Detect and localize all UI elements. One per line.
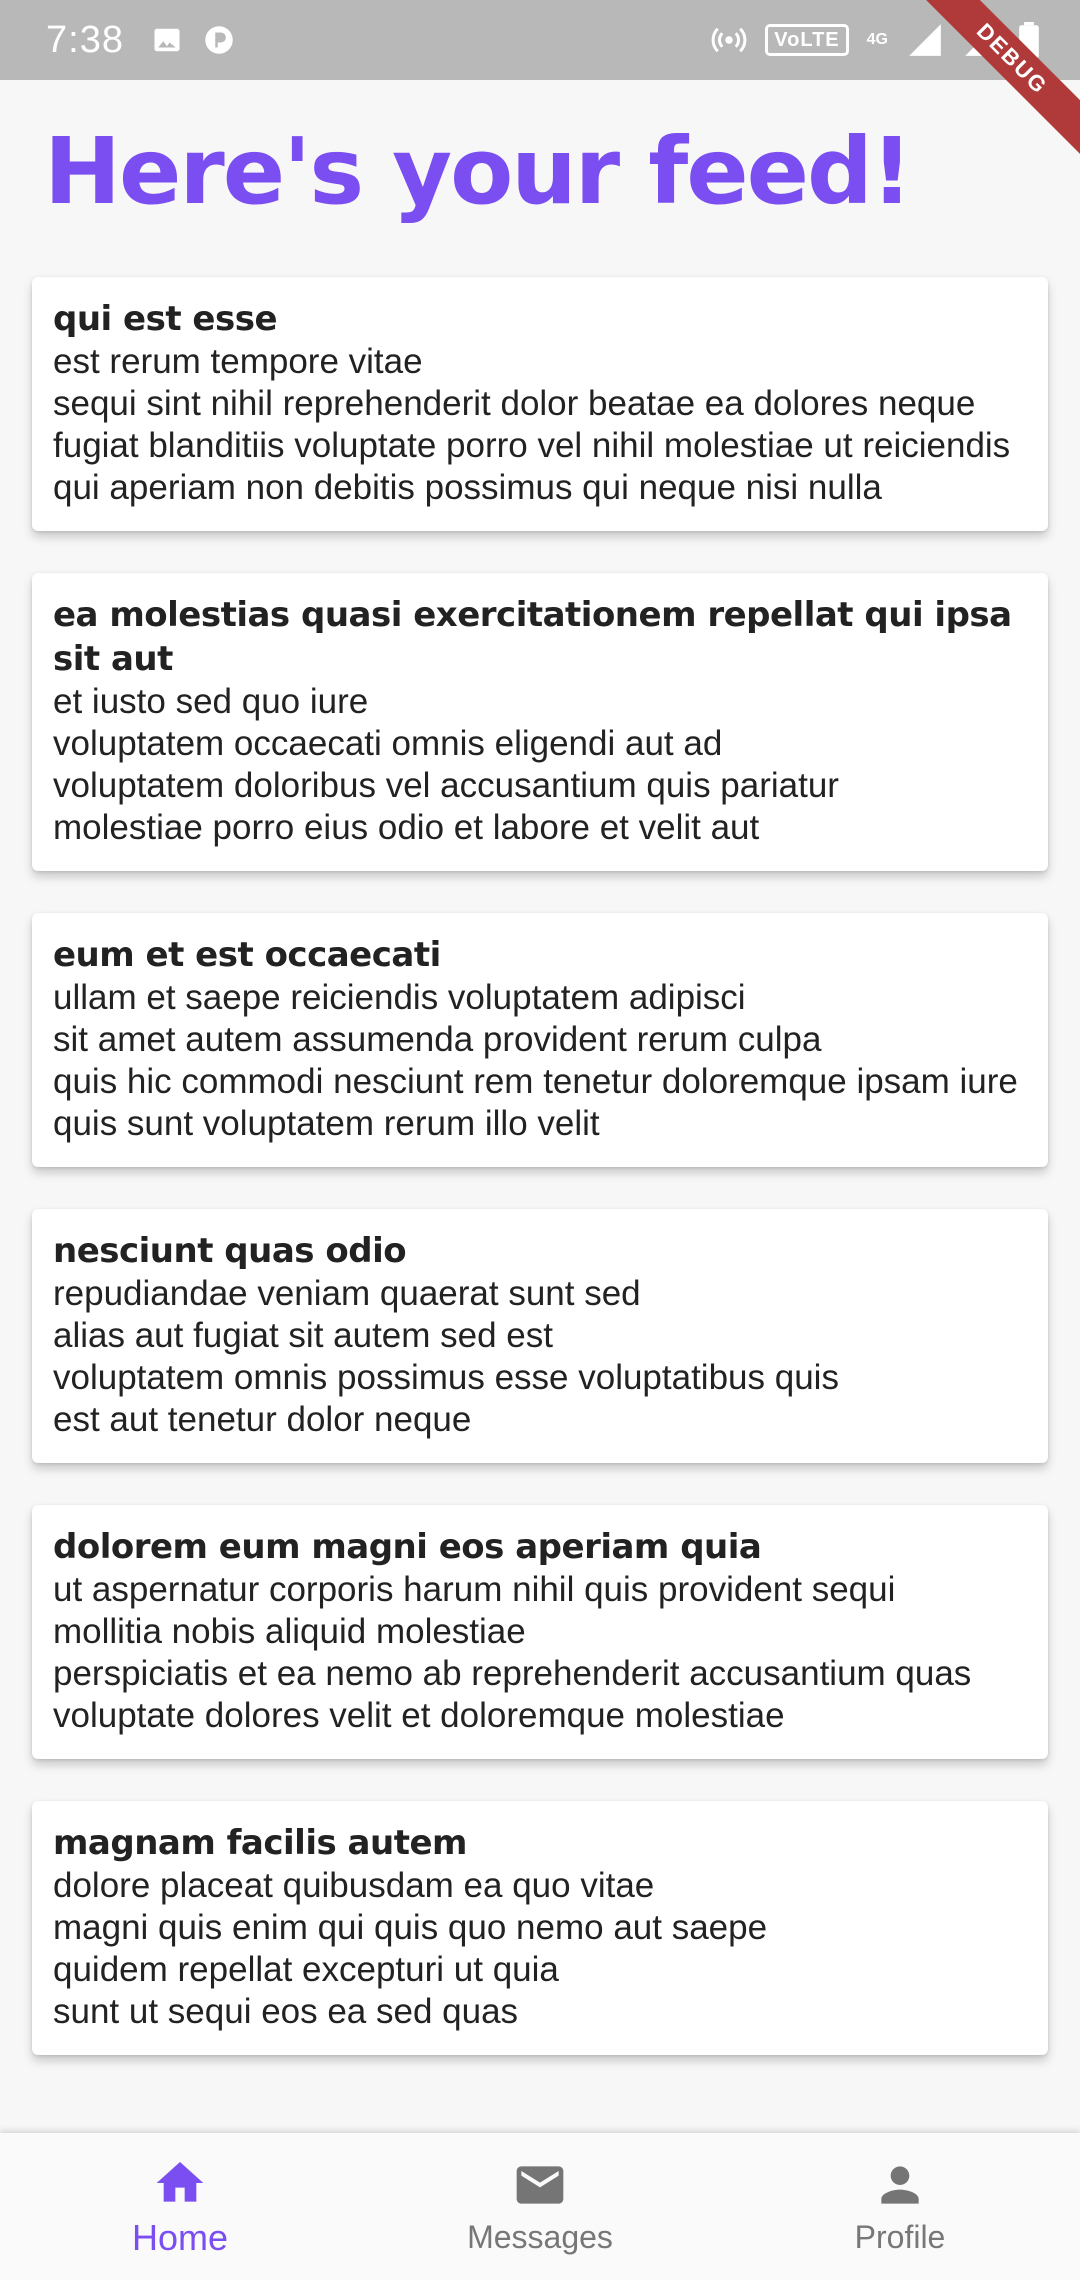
page-title: Here's your feed! [44, 118, 913, 225]
feed-card-body: ullam et saepe reiciendis voluptatem adi… [53, 978, 1018, 1143]
nav-label-messages: Messages [467, 2219, 613, 2255]
nav-label-home: Home [131, 2216, 229, 2258]
feed-card-title: nesciunt quas odio [53, 1231, 407, 1271]
status-time: 7:38 [46, 18, 124, 61]
battery-icon [1019, 22, 1039, 58]
bottom-navigation: Home Messages Profile [0, 2133, 1080, 2280]
feed-card-title: magnam facilis autem [53, 1823, 467, 1863]
mail-icon [516, 2166, 564, 2204]
parking-app-icon [205, 26, 233, 54]
feed-card[interactable]: ea molestias quasi exercitationem repell… [32, 573, 1048, 871]
nav-item-profile[interactable]: Profile [720, 2133, 1080, 2280]
status-system-icons: VoLTE 4G [711, 21, 1040, 59]
image-icon [154, 28, 180, 52]
feed-card-title: eum et est occaecati [53, 935, 441, 975]
network-type-label: 4G [866, 31, 888, 48]
feed-card[interactable]: nesciunt quas odio repudiandae veniam qua… [32, 1209, 1048, 1463]
person-icon [881, 2166, 919, 2204]
status-bar: 7:38 VoLTE 4G [0, 0, 1080, 80]
hotspot-icon [711, 27, 747, 53]
feed-card-body: repudiandae veniam quaerat sunt sed alia… [53, 1274, 839, 1439]
feed-card-body: ut aspernatur corporis harum nihil quis … [53, 1570, 972, 1735]
nav-label-profile: Profile [854, 2219, 946, 2255]
feed-card[interactable]: eum et est occaecati ullam et saepe reici… [32, 913, 1048, 1167]
home-icon [156, 2161, 204, 2202]
nav-item-messages[interactable]: Messages [360, 2133, 720, 2280]
feed-card[interactable]: magnam facilis autem dolore placeat quibu… [32, 1801, 1048, 2055]
signal-icon [965, 24, 997, 56]
feed-card-body: et iusto sed quo iure voluptatem occaeca… [53, 682, 839, 847]
feed-card-title: ea molestias quasi exercitationem repell… [53, 595, 1012, 679]
feed-card-body: dolore placeat quibusdam ea quo vitae ma… [53, 1866, 768, 2031]
feed-card[interactable]: qui est esse est rerum tempore vitae sequ… [32, 277, 1048, 531]
signal-icon [909, 24, 941, 56]
feed-card[interactable]: dolorem eum magni eos aperiam quia ut asp… [32, 1505, 1048, 1759]
feed-card-title: dolorem eum magni eos aperiam quia [53, 1527, 762, 1567]
volte-badge: VoLTE [765, 24, 849, 56]
feed-card-body: est rerum tempore vitae sequi sint nihil… [53, 342, 1011, 507]
status-notification-icons [152, 25, 234, 55]
nav-item-home[interactable]: Home [0, 2133, 360, 2280]
feed-card-title: qui est esse [53, 299, 278, 339]
feed-list: qui est esse est rerum tempore vitae sequ… [32, 277, 1048, 2097]
app-screen: 7:38 VoLTE 4G DEBUG Here's your feed! qu… [0, 0, 1080, 2280]
